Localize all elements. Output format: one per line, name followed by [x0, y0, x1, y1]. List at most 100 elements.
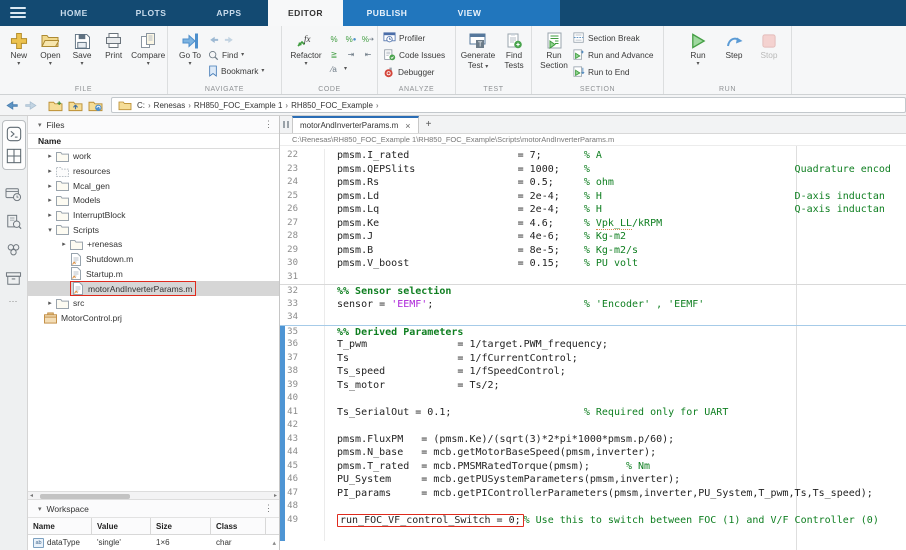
collapsed-arrow-icon[interactable]: ▸: [44, 152, 56, 160]
file-tree-item[interactable]: ▸Mcal_gen: [28, 178, 279, 193]
forward-arrow-icon[interactable]: [223, 34, 235, 45]
collapsed-arrow-icon[interactable]: ▸: [58, 240, 70, 248]
refactor-button[interactable]: fx Refactor ▾: [285, 28, 327, 82]
editor-tab[interactable]: motorAndInverterParams.m ×: [292, 116, 419, 133]
profiler-button[interactable]: Profiler: [383, 30, 445, 46]
indent-left-icon[interactable]: ⇤: [361, 48, 375, 61]
panel-splitter-icon[interactable]: [280, 121, 292, 133]
expanded-arrow-icon[interactable]: ▾: [44, 226, 56, 234]
tab-plots[interactable]: PLOTS: [112, 0, 190, 26]
file-tree-item[interactable]: ▸+renesas: [28, 237, 279, 252]
code-line[interactable]: 25pmsm.Ld = 2e-4; % H D-axis inductan: [280, 190, 906, 204]
code-line[interactable]: 47PI_params = mcb.getPIControllerParamet…: [280, 487, 906, 501]
run-and-advance-button[interactable]: Run and Advance: [573, 47, 654, 63]
tab-editor[interactable]: EDITOR: [268, 0, 343, 26]
new-button[interactable]: New ▾: [3, 28, 35, 82]
smart-indent-icon[interactable]: ≧: [327, 48, 341, 61]
file-tree-item[interactable]: ▸InterruptBlock: [28, 208, 279, 223]
scroll-right-icon[interactable]: ▸: [274, 492, 277, 500]
find-tests-button[interactable]: Find Tests: [498, 28, 530, 82]
editor-panel-icon[interactable]: [4, 124, 24, 144]
hamburger-menu-icon[interactable]: [10, 7, 26, 19]
open-button[interactable]: Open ▾: [35, 28, 67, 82]
scroll-up-icon[interactable]: ▴: [272, 539, 279, 547]
code-line[interactable]: 44pmsm.N_base = mcb.getMotorBaseSpeed(pm…: [280, 446, 906, 460]
breadcrumb-segment[interactable]: RH850_FOC_Example 1: [191, 101, 285, 110]
breadcrumb[interactable]: C:›Renesas›RH850_FOC_Example 1›RH850_FOC…: [111, 97, 906, 113]
new-folder-icon[interactable]: [48, 99, 63, 112]
code-line[interactable]: 24pmsm.Rs = 0.5; % ohm: [280, 176, 906, 190]
panel-menu-icon[interactable]: ⋮: [264, 503, 273, 514]
file-tree-item[interactable]: ▸work: [28, 149, 279, 164]
code-line[interactable]: 42: [280, 419, 906, 433]
workspace-column-header[interactable]: Name: [28, 518, 92, 534]
file-tree-item[interactable]: motorAndInverterParams.m: [28, 281, 279, 296]
code-line[interactable]: 33sensor = 'EEMF'; % 'Encoder' , 'EEMF': [280, 298, 906, 312]
collapsed-arrow-icon[interactable]: ▸: [44, 167, 56, 175]
file-tree-item[interactable]: ▸src: [28, 296, 279, 311]
section-break-button[interactable]: Section Break: [573, 30, 654, 46]
workspace-column-header[interactable]: Size: [151, 518, 211, 534]
code-style-icon[interactable]: ⁄a: [327, 63, 341, 76]
code-line[interactable]: 28pmsm.J = 4e-6; % Kg-m2: [280, 230, 906, 244]
tab-publish[interactable]: PUBLISH: [347, 0, 427, 26]
close-tab-icon[interactable]: ×: [405, 121, 410, 131]
archive-box-icon[interactable]: [4, 268, 24, 288]
code-line[interactable]: 41Ts_SerialOut = 0.1; % Required only fo…: [280, 406, 906, 420]
file-tree-item[interactable]: ▸Models: [28, 193, 279, 208]
wrap-comments-icon[interactable]: %➔: [361, 33, 375, 46]
code-issues-button[interactable]: Code Issues: [383, 47, 445, 63]
run-button[interactable]: Run ▾: [680, 28, 716, 82]
collapsed-arrow-icon[interactable]: ▸: [44, 182, 56, 190]
apps-packages-icon[interactable]: [4, 240, 24, 260]
back-navigation-icon[interactable]: [5, 99, 19, 112]
code-line[interactable]: 39Ts_motor = Ts/2;: [280, 379, 906, 393]
browse-folder-icon[interactable]: [88, 99, 103, 112]
code-line[interactable]: 31: [280, 271, 906, 285]
tab-view[interactable]: VIEW: [432, 0, 507, 26]
code-line[interactable]: 40: [280, 392, 906, 406]
code-line[interactable]: 26pmsm.Lq = 2e-4; % H Q-axis inductan: [280, 203, 906, 217]
run-to-end-button[interactable]: Run to End: [573, 64, 654, 80]
compare-button[interactable]: Compare ▾: [129, 28, 167, 82]
save-button[interactable]: Save ▾: [66, 28, 98, 82]
workspace-column-header[interactable]: Value: [92, 518, 151, 534]
code-line[interactable]: 49run_FOC_VF_control_Switch = 0;% Use th…: [280, 514, 906, 528]
back-arrow-icon[interactable]: [208, 34, 220, 45]
code-line[interactable]: 23pmsm.QEPSlits = 1000; % Quadrature enc…: [280, 163, 906, 177]
forward-navigation-icon[interactable]: [24, 99, 38, 112]
find-button[interactable]: Find ▾: [208, 47, 264, 63]
code-line[interactable]: 22pmsm.I_rated = 7; % A: [280, 149, 906, 163]
new-tab-button[interactable]: +: [419, 119, 439, 133]
generate-test-button[interactable]: T Generate Test ▾: [458, 28, 498, 82]
collapsed-arrow-icon[interactable]: ▸: [44, 211, 56, 219]
code-line[interactable]: 48: [280, 500, 906, 514]
code-line[interactable]: 34: [280, 311, 906, 325]
breadcrumb-segment[interactable]: RH850_FOC_Example: [288, 101, 376, 110]
step-button[interactable]: Step: [716, 28, 752, 82]
tab-apps[interactable]: APPS: [192, 0, 266, 26]
code-line[interactable]: 35%% Derived Parameters: [280, 325, 906, 339]
file-tree-item[interactable]: ▾Scripts: [28, 222, 279, 237]
code-line[interactable]: 38Ts_speed = 1/fSpeedControl;: [280, 365, 906, 379]
files-column-header[interactable]: Name: [28, 134, 279, 149]
more-panels-icon[interactable]: ⋯: [0, 296, 27, 307]
file-tree-item[interactable]: Shutdown.m: [28, 252, 279, 267]
collapsed-arrow-icon[interactable]: ▸: [44, 196, 56, 204]
comment-icon[interactable]: %: [327, 33, 341, 46]
collapse-chevron-icon[interactable]: ▾: [38, 505, 42, 513]
code-line[interactable]: 37Ts = 1/fCurrentControl;: [280, 352, 906, 366]
workspace-column-header[interactable]: Class: [211, 518, 266, 534]
code-line[interactable]: 29pmsm.B = 8e-5; % Kg-m2/s: [280, 244, 906, 258]
run-section-button[interactable]: Run Section: [535, 28, 573, 82]
code-editor[interactable]: 22pmsm.I_rated = 7; % A23pmsm.QEPSlits =…: [280, 146, 906, 550]
code-line[interactable]: 45pmsm.T_rated = mcb.PMSMRatedTorque(pms…: [280, 460, 906, 474]
file-tree-item[interactable]: Startup.m: [28, 267, 279, 282]
indent-right-icon[interactable]: ⇥: [344, 48, 358, 61]
code-line[interactable]: 27pmsm.Ke = 4.6; % Vpk_LL/kRPM: [280, 217, 906, 231]
code-line[interactable]: 36T_pwm = 1/target.PWM_frequency;: [280, 338, 906, 352]
goto-button[interactable]: Go To ▾: [172, 28, 208, 82]
scroll-left-icon[interactable]: ◂: [30, 492, 33, 500]
collapse-chevron-icon[interactable]: ▾: [38, 121, 42, 129]
tab-home[interactable]: HOME: [40, 0, 108, 26]
